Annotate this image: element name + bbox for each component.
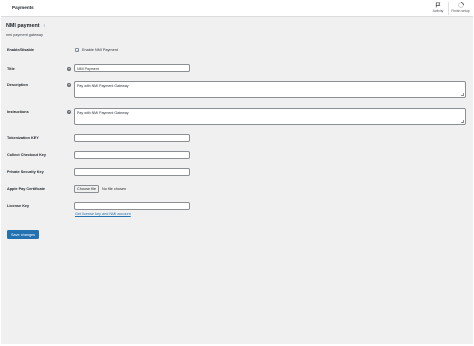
instructions-textarea[interactable]: Pay with NMI Payment Gateway (74, 108, 466, 125)
choose-file-button[interactable]: Choose file (74, 185, 99, 193)
instructions-label: Instructions (7, 110, 29, 114)
resize-handle[interactable] (461, 93, 464, 96)
description-text: Pay with NMI Payment Gateway (77, 83, 129, 88)
instructions-text: Pay with NMI Payment Gateway (77, 110, 129, 115)
tokenization-key-label: Tokenization KEY (7, 136, 39, 140)
finish-setup-label: Finish setup (451, 9, 470, 13)
up-arrow-icon[interactable]: ↑ (43, 23, 45, 28)
file-status: No file chosen (102, 187, 127, 191)
license-key-label: License Key (7, 204, 30, 208)
resize-handle[interactable] (461, 120, 464, 123)
top-bar: Payments Activity Finish setup (1, 0, 473, 17)
page-title-text: NMI payment (6, 23, 40, 29)
help-icon[interactable]: ? (67, 67, 71, 71)
finish-setup-button[interactable]: Finish setup (448, 2, 472, 15)
description-textarea[interactable]: Pay with NMI Payment Gateway (74, 81, 466, 98)
collect-checkout-key-label: Collect Checkout Key (7, 153, 47, 157)
page-subtitle: nmi payment gateway (6, 33, 43, 37)
description-label: Description (7, 83, 28, 87)
enable-checkbox[interactable]: ✓ (75, 48, 79, 53)
title-input[interactable]: NMI Payment (74, 64, 190, 72)
page-frame: Payments Activity Finish setup NMI payme… (1, 0, 473, 344)
save-changes-button[interactable]: Save changes (7, 230, 40, 239)
top-bar-title: Payments (12, 5, 34, 10)
activity-button[interactable]: Activity (427, 2, 449, 15)
private-security-key-input[interactable] (74, 168, 190, 176)
activity-label: Activity (432, 9, 444, 13)
get-license-key-link[interactable]: Get license key and NMI account (75, 212, 131, 216)
tokenization-key-input[interactable] (74, 134, 190, 142)
flag-icon (435, 2, 441, 8)
enable-disable-label: Enable/Disable (7, 48, 35, 52)
page-title: NMI payment ↑ (6, 23, 45, 29)
enable-checkbox-label[interactable]: Enable NMI Payment (82, 48, 118, 52)
title-label: Title (7, 67, 15, 71)
help-icon[interactable]: ? (67, 110, 71, 114)
progress-circle-icon (457, 2, 464, 8)
private-security-key-label: Private Security Key (7, 170, 44, 174)
license-key-input[interactable] (74, 202, 190, 210)
help-icon[interactable]: ? (67, 83, 71, 87)
collect-checkout-key-input[interactable] (74, 151, 190, 159)
apple-pay-certificate-label: Apple Pay Certificate (7, 187, 45, 191)
